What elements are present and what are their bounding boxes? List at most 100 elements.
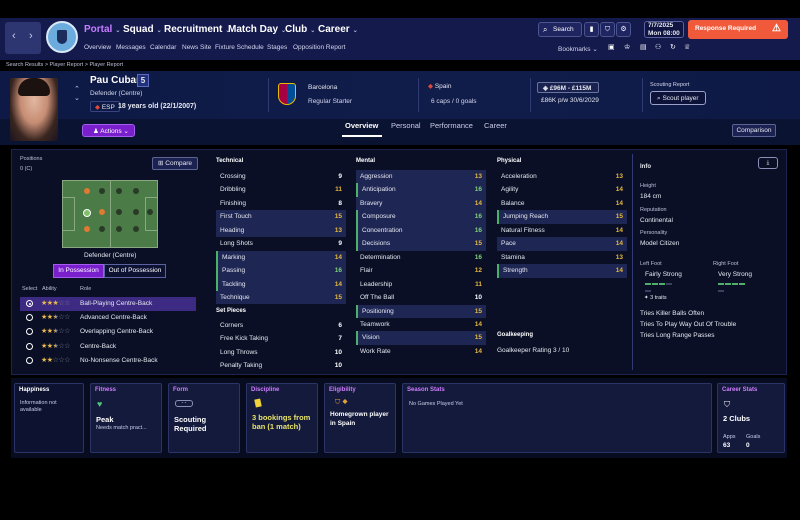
position-dot[interactable]: [116, 188, 122, 194]
player-nav-arrows[interactable]: ⌃ ⌄: [74, 85, 80, 103]
attribute-row[interactable]: Penalty Taking 10: [216, 359, 346, 372]
happiness-card[interactable]: Happiness Information not available: [14, 383, 84, 453]
role-row[interactable]: ★★★☆☆ Centre-Back: [20, 340, 196, 354]
attribute-row[interactable]: Jumping Reach 15: [497, 210, 627, 224]
attribute-row[interactable]: Work Rate 14: [356, 345, 486, 358]
shield-icon[interactable]: ⛉: [600, 22, 615, 37]
form-card[interactable]: Form - - Scouting Required: [168, 383, 240, 453]
gear-icon[interactable]: ⚙: [616, 22, 631, 37]
in-possession-toggle[interactable]: In Possession: [53, 264, 104, 278]
submenu-fixture-schedule[interactable]: Fixture Schedule: [215, 44, 264, 51]
radio-icon[interactable]: [26, 342, 33, 350]
menu-recruitment[interactable]: Recruitment ⌄: [164, 24, 230, 35]
position-dot[interactable]: [99, 188, 105, 194]
attribute-row[interactable]: Decisions 15: [356, 237, 486, 251]
game-date[interactable]: 7/7/2025 Mon 08:00: [644, 21, 684, 38]
role-row[interactable]: ★★★☆☆ Advanced Centre-Back: [20, 311, 196, 325]
attribute-row[interactable]: Positioning 15: [356, 304, 486, 318]
attribute-row[interactable]: Strength 14: [497, 264, 627, 278]
submenu-opposition-report[interactable]: Opposition Report: [293, 44, 345, 51]
bookmark-icon[interactable]: ▮: [584, 22, 599, 37]
scout-player-button[interactable]: ⌕ Scout player: [650, 91, 706, 105]
attribute-row[interactable]: Anticipation 16: [356, 183, 486, 197]
radio-icon[interactable]: [26, 314, 33, 322]
refresh-icon[interactable]: ↻: [670, 43, 676, 51]
attribute-row[interactable]: Crossing 9: [216, 170, 346, 183]
nation-link[interactable]: ◆ Spain: [428, 82, 451, 90]
club-crest[interactable]: [278, 83, 296, 105]
attribute-row[interactable]: Leadership 11: [356, 278, 486, 291]
menu-club[interactable]: Club ⌄: [285, 24, 315, 35]
attribute-row[interactable]: Dribbling 11: [216, 183, 346, 196]
submenu-stages[interactable]: Stages: [267, 44, 287, 51]
tab-overview[interactable]: Overview: [345, 121, 378, 130]
actions-button[interactable]: ♟ Actions ⌄: [82, 124, 135, 137]
traits-toggle[interactable]: ✦ 3 traits: [644, 295, 667, 301]
back-arrow-icon[interactable]: ‹: [12, 30, 16, 42]
attribute-row[interactable]: Stamina 13: [497, 251, 627, 264]
download-icon[interactable]: ⤓: [758, 157, 778, 169]
attribute-row[interactable]: Aggression 13: [356, 170, 486, 184]
trophy-icon[interactable]: ♔: [624, 43, 630, 51]
attribute-row[interactable]: Balance 14: [497, 197, 627, 210]
attribute-row[interactable]: Natural Fitness 14: [497, 224, 627, 237]
attribute-row[interactable]: Passing 16: [216, 264, 346, 278]
attribute-row[interactable]: Determination 16: [356, 251, 486, 264]
attribute-row[interactable]: Pace 14: [497, 237, 627, 251]
attribute-row[interactable]: First Touch 15: [216, 210, 346, 224]
position-dot[interactable]: [84, 188, 90, 194]
out-of-possession-toggle[interactable]: Out of Possession: [104, 264, 166, 278]
attribute-row[interactable]: Bravery 14: [356, 196, 486, 211]
tab-career[interactable]: Career: [484, 121, 507, 130]
menu-career[interactable]: Career ⌄: [318, 24, 358, 35]
attribute-row[interactable]: Marking 14: [216, 250, 346, 265]
attribute-row[interactable]: Finishing 8: [216, 197, 346, 210]
document-icon[interactable]: ▤: [640, 43, 647, 51]
attribute-row[interactable]: Heading 13: [216, 223, 346, 238]
bookmarks-menu[interactable]: Bookmarks ⌄: [558, 45, 598, 53]
menu-portal[interactable]: Portal ⌄: [84, 24, 120, 35]
tab-performance[interactable]: Performance: [430, 121, 473, 130]
position-dot[interactable]: [116, 209, 122, 215]
attribute-row[interactable]: Off The Ball 10: [356, 291, 486, 304]
club-name[interactable]: Barcelona: [308, 84, 337, 91]
attribute-row[interactable]: Teamwork 14: [356, 318, 486, 331]
cup-icon[interactable]: ♕: [684, 43, 690, 51]
fitness-card[interactable]: Fitness ♥ Peak Needs match pract...: [90, 383, 162, 453]
people-icon[interactable]: ⚇: [655, 43, 661, 51]
compare-button[interactable]: ⊞ Compare: [152, 157, 198, 170]
forward-arrow-icon[interactable]: ›: [29, 30, 33, 42]
tab-personal[interactable]: Personal: [391, 121, 421, 130]
attribute-row[interactable]: Acceleration 13: [497, 170, 627, 183]
radio-icon[interactable]: [26, 300, 33, 307]
position-dot[interactable]: [133, 226, 139, 232]
position-dot-selected[interactable]: [83, 209, 91, 217]
response-required-button[interactable]: Response Required ⚠: [688, 20, 788, 39]
attribute-row[interactable]: Corners 6: [216, 319, 346, 332]
attribute-row[interactable]: Long Shots 9: [216, 237, 346, 250]
position-dot[interactable]: [84, 226, 90, 232]
attribute-row[interactable]: Vision 15: [356, 331, 486, 345]
submenu-news-site[interactable]: News Site: [182, 44, 211, 51]
attribute-row[interactable]: Flair 12: [356, 264, 486, 277]
position-dot[interactable]: [147, 209, 153, 215]
attribute-row[interactable]: Composure 16: [356, 210, 486, 224]
position-dot[interactable]: [116, 226, 122, 232]
career-stats-card[interactable]: Career Stats ⛉ 2 Clubs Apps 63 Goals 0: [717, 383, 785, 453]
position-dot[interactable]: [133, 209, 139, 215]
breadcrumb[interactable]: Search Results > Player Report > Player …: [6, 62, 123, 68]
comparison-button[interactable]: Comparison: [732, 124, 776, 137]
menu-match-day[interactable]: Match Day ⌄: [228, 24, 286, 35]
search-button[interactable]: ⌕ Search: [538, 22, 582, 37]
radio-icon[interactable]: [26, 356, 33, 364]
position-dot[interactable]: [133, 188, 139, 194]
role-row[interactable]: ★★★☆☆ Overlapping Centre-Back: [20, 325, 196, 339]
eligibility-card[interactable]: Eligibility ⛉ ◆ Homegrown player in Spai…: [324, 383, 396, 453]
attribute-row[interactable]: Tackling 14: [216, 277, 346, 291]
club-logo[interactable]: [46, 21, 78, 53]
twitch-icon[interactable]: ▣: [608, 43, 615, 51]
submenu-messages[interactable]: Messages: [116, 44, 146, 51]
attribute-row[interactable]: Free Kick Taking 7: [216, 332, 346, 345]
attribute-row[interactable]: Long Throws 10: [216, 346, 346, 359]
submenu-calendar[interactable]: Calendar: [150, 44, 176, 51]
